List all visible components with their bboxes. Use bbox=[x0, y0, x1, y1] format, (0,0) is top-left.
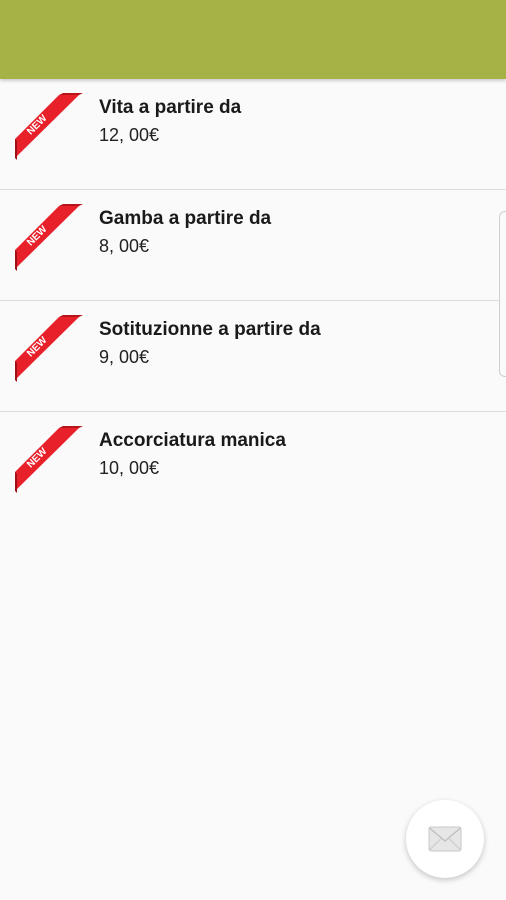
new-ribbon-icon: NEW bbox=[15, 204, 85, 274]
list-item[interactable]: NEW Sotituzionne a partire da 9, 00€ bbox=[0, 301, 506, 412]
list-item[interactable]: NEW Gamba a partire da 8, 00€ bbox=[0, 190, 506, 301]
item-title: Vita a partire da bbox=[99, 97, 242, 118]
new-ribbon-icon: NEW bbox=[15, 426, 85, 496]
item-title: Sotituzionne a partire da bbox=[99, 319, 321, 340]
item-price: 8, 00€ bbox=[99, 236, 150, 256]
item-title: Accorciatura manica bbox=[99, 430, 286, 451]
item-price: 12, 00€ bbox=[99, 125, 160, 145]
item-price: 10, 00€ bbox=[99, 458, 160, 478]
list-item[interactable]: NEW Vita a partire da 12, 00€ bbox=[0, 79, 506, 190]
side-drawer-handle[interactable] bbox=[499, 211, 506, 377]
product-list: NEW Vita a partire da 12, 00€ NEW Gamba … bbox=[0, 79, 506, 523]
new-ribbon-icon: NEW bbox=[15, 315, 85, 385]
item-price: 9, 00€ bbox=[99, 347, 150, 367]
mail-icon bbox=[428, 826, 462, 852]
app-bar bbox=[0, 0, 506, 79]
item-title: Gamba a partire da bbox=[99, 208, 272, 229]
contact-fab-button[interactable] bbox=[406, 800, 484, 878]
list-item[interactable]: NEW Accorciatura manica 10, 00€ bbox=[0, 412, 506, 523]
new-ribbon-icon: NEW bbox=[15, 93, 85, 163]
